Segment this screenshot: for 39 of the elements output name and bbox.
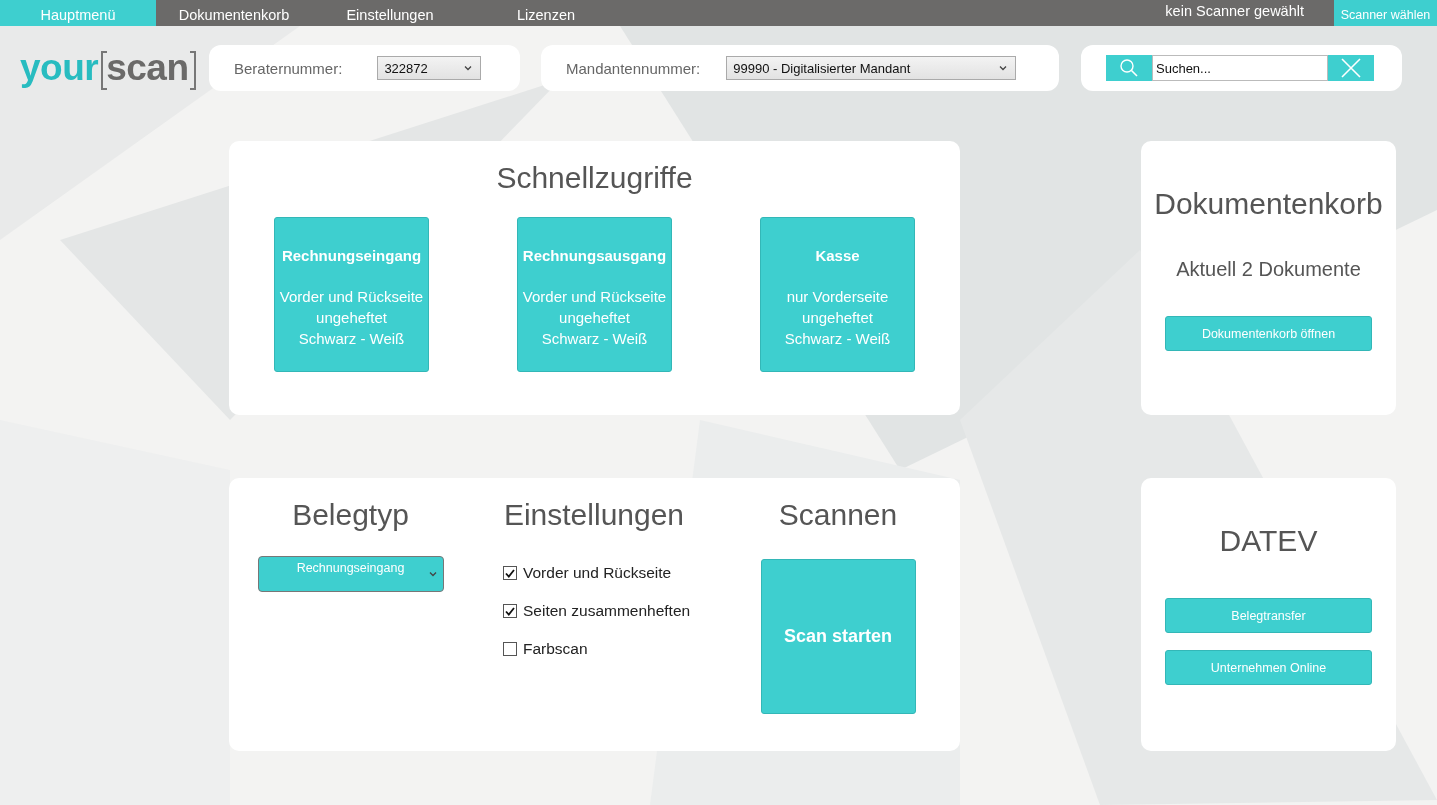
document-type-dropdown[interactable]: Rechnungseingang	[257, 556, 444, 592]
logo-text: scan	[101, 48, 194, 88]
quick-scan-tile[interactable]: Kasse nur Vorderseite ungeheftet Schwarz - Weiß	[760, 217, 915, 372]
option-label: Vorder und Rückseite	[523, 564, 672, 582]
document-count: Aktuell 2 Dokumente	[1176, 258, 1361, 281]
start-scan-button[interactable]: Scan starten	[760, 559, 916, 714]
section-title: Scannen	[778, 498, 898, 532]
datev-button[interactable]: Belegtransfer	[1165, 598, 1372, 633]
field-label: Beraternummer:	[234, 59, 343, 77]
open-basket-button[interactable]: Dokumentenkorb öffnen	[1165, 316, 1372, 351]
checkbox[interactable]	[503, 566, 517, 580]
close-icon	[1340, 57, 1362, 79]
advisor-dropdown[interactable]: 322872	[377, 56, 482, 80]
client-dropdown[interactable]: 99990 - Digitalisierter Mandant	[726, 56, 1017, 80]
menu-tab[interactable]: Lizenzen	[468, 0, 624, 26]
chevron-icon	[999, 65, 1008, 71]
search-icon	[1119, 58, 1139, 78]
checkbox[interactable]	[503, 642, 517, 656]
quick-scan-tile[interactable]: Rechnungsausgang Vorder und Rückseite ungeheftet Schwarz - Weiß	[517, 217, 672, 372]
select-scanner-button[interactable]: Scanner wählen	[1334, 0, 1437, 26]
checkbox[interactable]	[503, 604, 517, 618]
card-title: Schnellzugriffe	[496, 161, 693, 195]
option-label: Seiten zusammenheften	[523, 602, 691, 620]
chevron-icon	[428, 571, 437, 577]
menu-tab[interactable]: Einstellungen	[312, 0, 468, 26]
card-title: DATEV	[1219, 524, 1318, 558]
menu-tab[interactable]: Hauptmenü	[0, 0, 156, 26]
search-field[interactable]: Suchen...	[1152, 55, 1328, 81]
section-title: Einstellungen	[503, 498, 685, 532]
card-title: Dokumentenkorb	[1154, 187, 1383, 221]
section-title: Belegtyp	[292, 498, 409, 532]
scanner-status: kein Scanner gewählt	[1165, 2, 1305, 21]
chevron-icon	[464, 65, 473, 71]
menu-tab[interactable]: Dokumentenkorb	[156, 0, 312, 26]
datev-button[interactable]: Unternehmen Online	[1165, 650, 1372, 685]
option-label: Farbscan	[523, 640, 588, 658]
logo-text: your	[20, 48, 99, 88]
field-label: Mandantennummer:	[566, 59, 701, 77]
quick-scan-tile[interactable]: Rechnungseingang Vorder und Rückseite ungeheftet Schwarz - Weiß	[274, 217, 429, 372]
